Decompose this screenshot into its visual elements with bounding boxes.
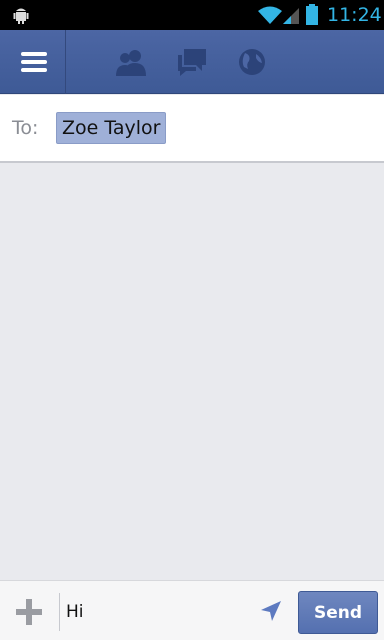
- clock: 11:24: [327, 4, 382, 26]
- message-input[interactable]: [66, 593, 246, 631]
- menu-button[interactable]: [0, 30, 66, 94]
- compose-bar: Send: [0, 580, 384, 640]
- menu-icon: [21, 52, 47, 72]
- friends-icon[interactable]: [115, 47, 147, 77]
- divider: [59, 593, 60, 631]
- recipient-chip[interactable]: Zoe Taylor: [56, 112, 167, 144]
- location-arrow-icon[interactable]: [259, 599, 283, 623]
- conversation-area: [0, 164, 384, 580]
- globe-icon[interactable]: [236, 47, 268, 77]
- battery-icon: [306, 4, 318, 25]
- plus-icon[interactable]: [14, 597, 44, 627]
- wifi-icon: [258, 6, 282, 24]
- messages-icon[interactable]: [176, 47, 208, 77]
- signal-icon: [283, 8, 299, 24]
- top-nav-bar: [0, 30, 384, 94]
- to-label: To:: [12, 117, 39, 139]
- status-bar: 11:24: [0, 0, 384, 30]
- android-debug-icon: [13, 8, 29, 24]
- send-button[interactable]: Send: [298, 591, 378, 634]
